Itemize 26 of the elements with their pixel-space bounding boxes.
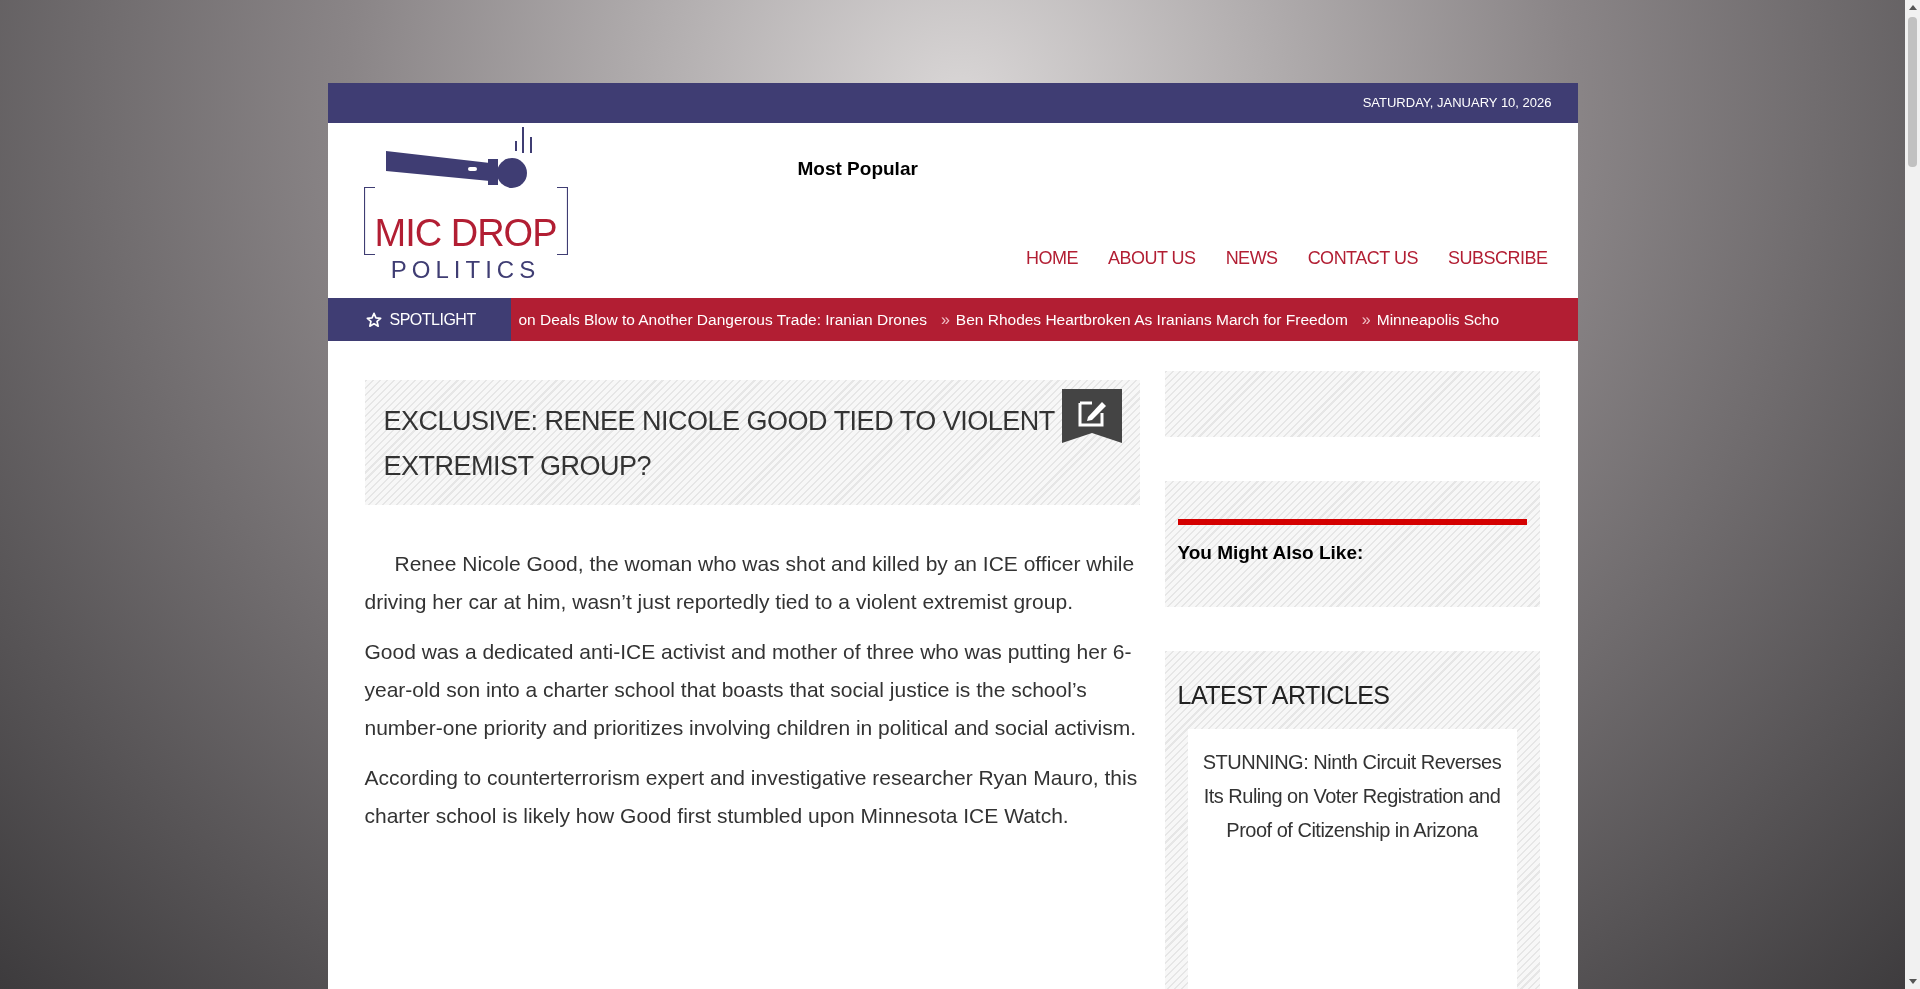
nav-link[interactable]: ABOUT US <box>1107 245 1196 272</box>
scrollbar-thumb[interactable] <box>1908 17 1917 167</box>
date-text: SATURDAY, JANUARY 10, 2026 <box>1362 94 1552 113</box>
chevron-marker: » <box>1361 309 1371 330</box>
article-paragraph: According to counterterrorism expert and investigative researcher Ryan Mauro, this charter school is likely how Good first stumbled upon Minnesota ICE Watch. <box>364 765 1139 829</box>
star-icon <box>365 311 382 328</box>
article-title: EXCLUSIVE: RENEE NICOLE GOOD TIED TO VIOLENT EXTREMIST GROUP? <box>383 405 1056 483</box>
article-paragraph: Good was a dedicated anti-ICE activist and mother of three who was putting her 6-year-old son into a charter school that boasts that social justice is the school’s number-one priority and prioritizes involving children in political and social activism. <box>364 639 1137 741</box>
most-popular-heading: Most Popular <box>797 157 919 181</box>
nav-link[interactable]: HOME <box>1025 245 1078 272</box>
article-link[interactable]: STUNNING: Ninth Circuit Reverses Its Ruling on Voter Registration and Proof of Citizenship in Arizona <box>1201 744 1503 847</box>
nav-link[interactable]: CONTACT US <box>1307 245 1418 272</box>
edit-icon <box>1061 389 1122 443</box>
nav-link[interactable]: NEWS <box>1225 245 1278 272</box>
logo-wordmark: MIC DROP <box>374 211 557 255</box>
scrollbar[interactable] <box>1905 0 1920 989</box>
widget-heading: LATEST ARTICLES <box>1177 680 1391 711</box>
spotlight-link[interactable]: Minneapolis Scho <box>1376 307 1500 332</box>
nav-link[interactable]: SUBSCRIBE <box>1447 245 1548 272</box>
spotlight-link[interactable]: on Deals Blow to Another Dangerous Trade: Iranian Drones <box>518 307 927 332</box>
spotlight-link[interactable]: Ben Rhodes Heartbroken As Iranians March for Freedom <box>955 307 1348 332</box>
spotlight-title: SPOTLIGHT <box>389 309 476 330</box>
chevron-marker: » <box>940 309 950 330</box>
article-paragraph: Renee Nicole Good, the woman who was shot and killed by an ICE officer while driving her car at him, wasn’t just reportedly tied to a violent extremist group. <box>364 551 1136 615</box>
logo-subtitle: POLITICS <box>390 255 541 285</box>
widget-heading: You Might Also Like: <box>1177 541 1365 565</box>
